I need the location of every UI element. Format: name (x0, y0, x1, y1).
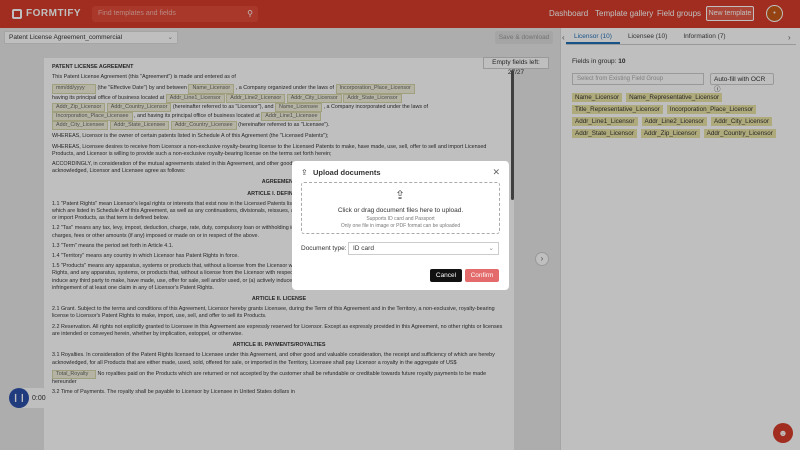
document-type-label: Document type: (301, 245, 347, 252)
cancel-button[interactable]: Cancel (430, 269, 462, 282)
confirm-button[interactable]: Confirm (465, 269, 499, 282)
dropzone-hint: Only one file in image or PDF format can… (340, 223, 461, 229)
dropzone-text: Click or drag document files here to upl… (337, 207, 464, 214)
upload-icon: ⇪ (301, 168, 308, 177)
upload-modal: ⇪ Upload documents ✕ ⇪ Click or drag doc… (292, 161, 509, 290)
document-type-select[interactable]: ID card ⌄ (348, 242, 499, 255)
chevron-down-icon: ⌄ (488, 245, 494, 252)
upload-icon: ⇪ (395, 188, 406, 202)
document-type-value: ID card (353, 245, 374, 252)
modal-title: Upload documents (313, 168, 381, 177)
dropzone[interactable]: ⇪ Click or drag document files here to u… (301, 182, 500, 234)
dropzone-subtext: Supports ID card and Passport (366, 216, 435, 222)
close-icon[interactable]: ✕ (492, 167, 500, 178)
